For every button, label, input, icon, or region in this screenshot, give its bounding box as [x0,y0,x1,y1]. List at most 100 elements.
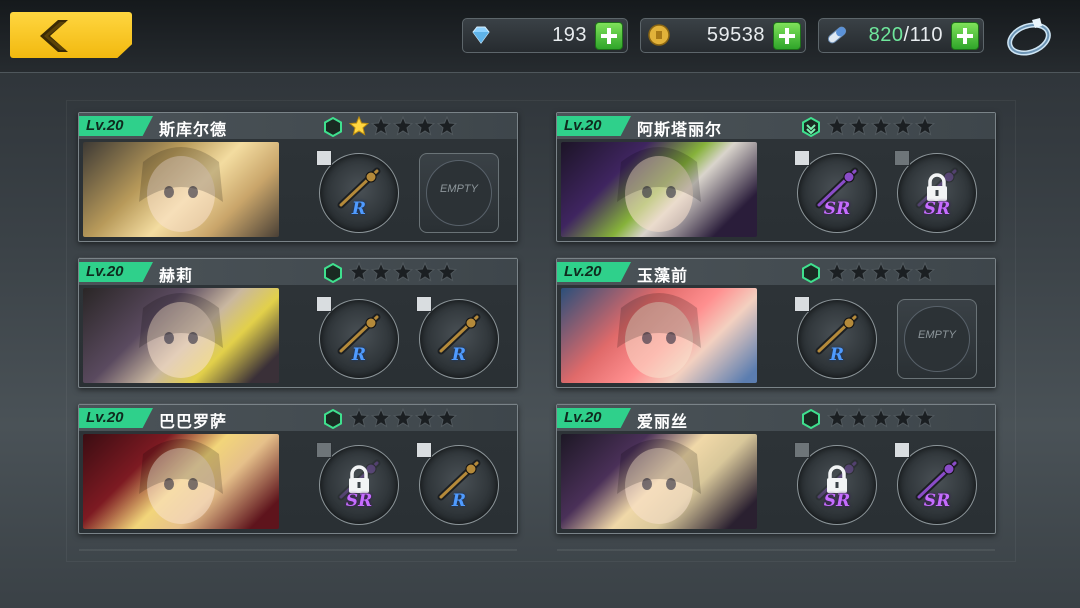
character-card[interactable]: Lv.20 爱丽丝 SR SR [556,404,996,551]
slot-corner-icon [416,296,432,312]
character-card[interactable]: Lv.20 阿斯塔丽尔 SR SR [556,112,996,259]
star-empty-icon [827,408,847,428]
portrait-silhouette [617,439,701,524]
locked-equipment-slot[interactable]: SR [894,150,977,233]
rarity-label: SR [923,199,951,219]
rank-hexagon-icon [324,263,342,283]
character-name: 巴巴罗萨 [159,412,228,431]
level-badge: Lv.20 [557,262,631,282]
star-empty-icon [437,262,457,282]
character-name: 玉藻前 [637,266,689,285]
rank-hexagon-icon [802,263,820,283]
equipment-slot[interactable]: R [416,442,499,525]
portrait-silhouette [139,439,223,524]
character-portrait[interactable] [83,288,279,383]
star-empty-icon [849,116,869,136]
portrait-silhouette [139,147,223,232]
locked-equipment-slot[interactable]: SR [316,442,399,525]
level-badge: Lv.20 [79,116,153,136]
level-badge: Lv.20 [557,116,631,136]
rank-hexagon-icon [802,117,820,137]
character-portrait[interactable] [83,142,279,237]
star-empty-icon [349,408,369,428]
star-empty-icon [393,262,413,282]
add-stamina-button[interactable] [951,22,979,50]
star-empty-icon [415,262,435,282]
star-empty-icon [371,116,391,136]
slot-corner-icon [794,296,810,312]
stamina-max: /110 [903,24,943,46]
stamina-current: 820 [868,24,904,46]
empty-equipment-slot[interactable]: EMPTY [419,153,499,233]
level-badge: Lv.20 [557,408,631,428]
character-card[interactable]: Lv.20 玉藻前 R EMPTY [556,258,996,405]
character-name: 斯库尔德 [159,120,228,139]
add-diamond-button[interactable] [595,22,623,50]
stamina-counter: 820/110 [818,18,984,53]
star-rating [827,408,935,428]
equipment-slot[interactable]: R [316,150,399,233]
portrait-silhouette [617,293,701,378]
star-empty-icon [871,116,891,136]
equipment-slot[interactable]: R [794,296,877,379]
top-bar: 193 59538 820/110 [0,0,1080,73]
star-rating [349,408,457,428]
equipment-slot[interactable]: SR [794,150,877,233]
star-empty-icon [415,408,435,428]
chevron-left-icon [40,20,68,52]
portrait-silhouette [139,293,223,378]
locked-equipment-slot[interactable]: SR [794,442,877,525]
add-gold-button[interactable] [773,22,801,50]
star-empty-icon [915,116,935,136]
character-card[interactable]: Lv.20 斯库尔德 R EMPTY [78,112,518,259]
empty-slot-label: EMPTY [440,183,478,195]
character-portrait[interactable] [561,288,757,383]
character-name: 爱丽丝 [637,412,689,431]
character-portrait[interactable] [561,434,757,529]
character-card[interactable]: Lv.20 巴巴罗萨 SR R [78,404,518,551]
slot-corner-icon [316,150,332,166]
equipment-slot[interactable]: R [416,296,499,379]
equipment-slot[interactable]: SR [894,442,977,525]
star-rating [349,262,457,282]
gold-coin-icon [648,24,670,46]
diamond-icon [472,26,490,44]
rank-hexagon-icon [324,409,342,429]
rarity-label: R [829,345,845,365]
star-rating [349,116,457,136]
character-portrait[interactable] [83,434,279,529]
slot-corner-icon [894,442,910,458]
portrait-silhouette [617,147,701,232]
equipment-slot[interactable]: R [316,296,399,379]
star-empty-icon [893,116,913,136]
rank-hexagon-icon [802,409,820,429]
empty-equipment-slot[interactable]: EMPTY [897,299,977,379]
card-divider [79,549,517,551]
ring-icon [1007,18,1051,56]
star-filled-icon [349,116,369,136]
card-header: Lv.20 爱丽丝 [557,405,995,431]
card-header: Lv.20 玉藻前 [557,259,995,285]
level-badge: Lv.20 [79,408,153,428]
character-portrait[interactable] [561,142,757,237]
diamond-value: 193 [552,24,587,46]
character-name: 阿斯塔丽尔 [637,120,723,139]
star-empty-icon [915,408,935,428]
rarity-label: SR [823,491,851,511]
star-empty-icon [371,262,391,282]
card-divider [557,549,995,551]
slot-corner-icon [316,442,332,458]
back-button[interactable] [10,12,132,58]
character-name: 赫莉 [159,266,194,285]
stamina-capsule-icon [827,26,847,44]
slot-corner-icon [416,442,432,458]
star-empty-icon [871,408,891,428]
ring-button[interactable] [1002,14,1056,60]
rarity-label: R [351,345,367,365]
rarity-label: R [451,491,467,511]
rarity-label: SR [823,199,851,219]
rarity-label: R [451,345,467,365]
rank-hexagon-icon [324,117,342,137]
character-card[interactable]: Lv.20 赫莉 R R [78,258,518,405]
stamina-value: 820/110 [869,24,943,47]
